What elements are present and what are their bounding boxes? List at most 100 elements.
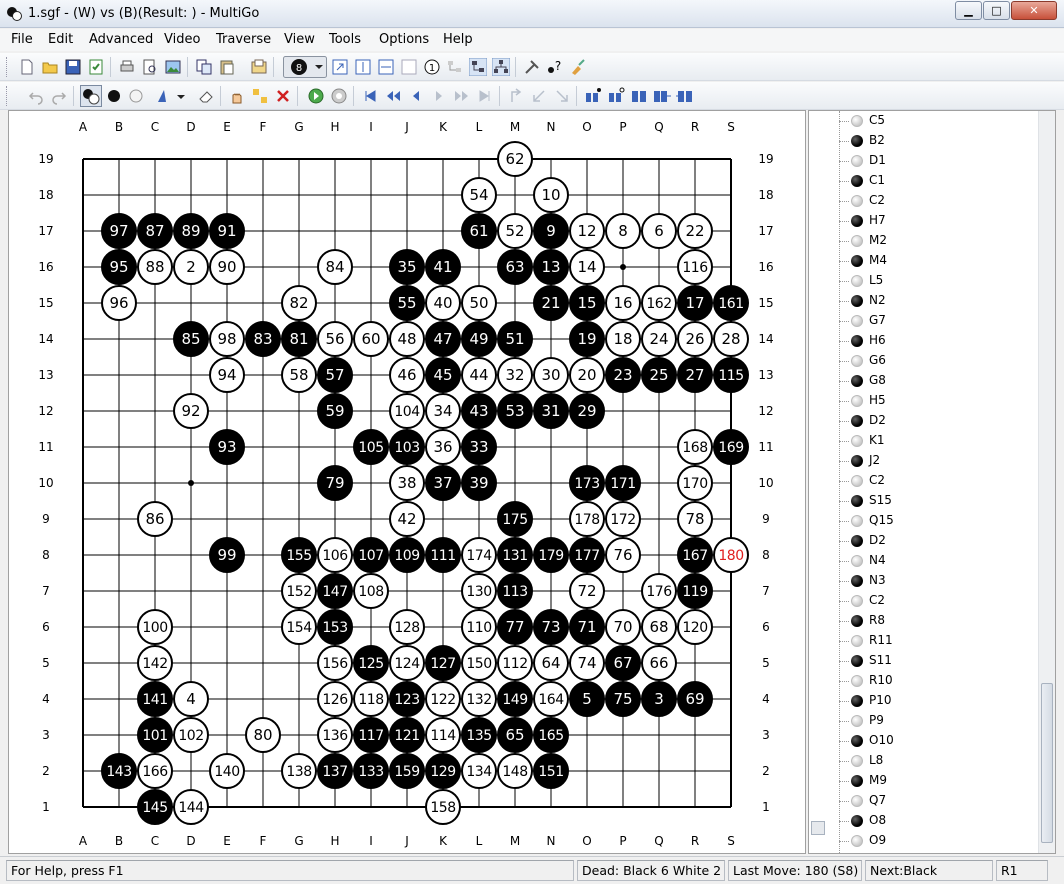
find-icon[interactable] bbox=[630, 87, 648, 105]
white-stone[interactable]: 94 bbox=[209, 357, 245, 393]
label-dropdown-icon[interactable] bbox=[176, 87, 186, 105]
black-stone[interactable]: 83 bbox=[245, 321, 281, 357]
white-stone[interactable]: 112 bbox=[497, 645, 533, 681]
move-list-item[interactable]: L5 bbox=[839, 271, 1039, 291]
white-stone[interactable]: 32 bbox=[497, 357, 533, 393]
move-list-item[interactable]: P10 bbox=[839, 691, 1039, 711]
white-stone[interactable]: 16 bbox=[605, 285, 641, 321]
stone-number-toggle-icon[interactable]: 8 bbox=[283, 56, 327, 78]
white-stone[interactable]: 130 bbox=[461, 573, 497, 609]
white-stone[interactable]: 144 bbox=[173, 789, 209, 825]
black-stone[interactable]: 129 bbox=[425, 753, 461, 789]
white-stone[interactable]: 180 bbox=[713, 537, 749, 573]
move-list-item[interactable]: R8 bbox=[839, 611, 1039, 631]
white-stone[interactable]: 26 bbox=[677, 321, 713, 357]
white-stone[interactable]: 10 bbox=[533, 177, 569, 213]
white-stone[interactable]: 76 bbox=[605, 537, 641, 573]
white-stone[interactable]: 74 bbox=[569, 645, 605, 681]
black-stone[interactable]: 155 bbox=[281, 537, 317, 573]
black-stone[interactable]: 93 bbox=[209, 429, 245, 465]
white-stone[interactable]: 50 bbox=[461, 285, 497, 321]
move-list-item[interactable]: C1 bbox=[839, 171, 1039, 191]
delete-icon[interactable] bbox=[274, 87, 292, 105]
black-stone[interactable]: 167 bbox=[677, 537, 713, 573]
black-stone[interactable]: 57 bbox=[317, 357, 353, 393]
black-stone[interactable]: 153 bbox=[317, 609, 353, 645]
black-stone[interactable]: 35 bbox=[389, 249, 425, 285]
white-stone[interactable]: 156 bbox=[317, 645, 353, 681]
hand-icon[interactable] bbox=[228, 87, 246, 105]
black-stone[interactable]: 125 bbox=[353, 645, 389, 681]
move-list-item[interactable]: Q15 bbox=[839, 511, 1039, 531]
black-stone[interactable]: 15 bbox=[569, 285, 605, 321]
menu-options[interactable]: Options bbox=[379, 32, 429, 47]
white-stone[interactable]: 142 bbox=[137, 645, 173, 681]
move-list-item[interactable]: C2 bbox=[839, 591, 1039, 611]
white-stone[interactable]: 154 bbox=[281, 609, 317, 645]
black-stone[interactable]: 131 bbox=[497, 537, 533, 573]
move-list-item[interactable]: O8 bbox=[839, 811, 1039, 831]
white-stone[interactable]: 34 bbox=[425, 393, 461, 429]
black-stone[interactable]: 137 bbox=[317, 753, 353, 789]
white-stone[interactable]: 22 bbox=[677, 213, 713, 249]
find-next-icon[interactable] bbox=[653, 87, 671, 105]
white-stone[interactable]: 96 bbox=[101, 285, 137, 321]
menu-help[interactable]: Help bbox=[443, 32, 473, 47]
alternate-stone-icon[interactable] bbox=[80, 85, 102, 107]
properties-icon[interactable] bbox=[250, 58, 268, 76]
move-list-item[interactable]: L8 bbox=[839, 751, 1039, 771]
black-stone[interactable]: 99 bbox=[209, 537, 245, 573]
black-stone[interactable]: 85 bbox=[173, 321, 209, 357]
game-tree-icon[interactable] bbox=[492, 58, 510, 76]
copy-icon[interactable] bbox=[195, 58, 213, 76]
black-stone[interactable]: 39 bbox=[461, 465, 497, 501]
white-stone[interactable]: 176 bbox=[641, 573, 677, 609]
black-stone[interactable]: 111 bbox=[425, 537, 461, 573]
white-stone[interactable]: 60 bbox=[353, 321, 389, 357]
white-stone[interactable]: 70 bbox=[605, 609, 641, 645]
black-stone[interactable]: 87 bbox=[137, 213, 173, 249]
move-list-item[interactable]: C2 bbox=[839, 471, 1039, 491]
grid-icon[interactable] bbox=[377, 58, 395, 76]
white-stone[interactable]: 140 bbox=[209, 753, 245, 789]
next-move-icon[interactable] bbox=[430, 87, 448, 105]
white-stone[interactable]: 166 bbox=[137, 753, 173, 789]
new-file-icon[interactable] bbox=[18, 58, 36, 76]
black-stone[interactable]: 33 bbox=[461, 429, 497, 465]
black-stone[interactable]: 17 bbox=[677, 285, 713, 321]
black-stone[interactable]: 95 bbox=[101, 249, 137, 285]
menu-file[interactable]: File bbox=[11, 32, 33, 47]
move-list-item[interactable]: D2 bbox=[839, 531, 1039, 551]
black-stone[interactable]: 171 bbox=[605, 465, 641, 501]
black-stone-icon[interactable] bbox=[105, 87, 123, 105]
white-stone[interactable]: 126 bbox=[317, 681, 353, 717]
white-stone[interactable]: 178 bbox=[569, 501, 605, 537]
black-stone[interactable]: 5 bbox=[569, 681, 605, 717]
black-stone[interactable]: 73 bbox=[533, 609, 569, 645]
move-list-item[interactable]: H7 bbox=[839, 211, 1039, 231]
black-stone[interactable]: 123 bbox=[389, 681, 425, 717]
first-move-icon[interactable] bbox=[361, 87, 379, 105]
black-stone[interactable]: 179 bbox=[533, 537, 569, 573]
white-stone[interactable]: 64 bbox=[533, 645, 569, 681]
white-stone[interactable]: 80 bbox=[245, 717, 281, 753]
forward-ten-icon[interactable] bbox=[453, 87, 471, 105]
menu-video[interactable]: Video bbox=[164, 32, 200, 47]
scrollbar-thumb[interactable] bbox=[1041, 683, 1053, 843]
menu-traverse[interactable]: Traverse bbox=[216, 32, 271, 47]
white-stone[interactable]: 6 bbox=[641, 213, 677, 249]
label-icon[interactable] bbox=[155, 87, 173, 105]
black-stone[interactable]: 59 bbox=[317, 393, 353, 429]
black-stone[interactable]: 77 bbox=[497, 609, 533, 645]
move-list-item[interactable]: M2 bbox=[839, 231, 1039, 251]
white-stone[interactable]: 46 bbox=[389, 357, 425, 393]
white-stone[interactable]: 138 bbox=[281, 753, 317, 789]
move-tree-scrollbar[interactable] bbox=[1038, 111, 1055, 853]
black-stone[interactable]: 53 bbox=[497, 393, 533, 429]
white-stone[interactable]: 8 bbox=[605, 213, 641, 249]
black-stone[interactable]: 149 bbox=[497, 681, 533, 717]
black-stone[interactable]: 25 bbox=[641, 357, 677, 393]
go-board[interactable]: AABBCCDDEEFFGGHHIIJJKKLLMMNNOOPPQQRRSS19… bbox=[9, 111, 805, 853]
move-list-item[interactable]: H5 bbox=[839, 391, 1039, 411]
move-list-item[interactable]: O9 bbox=[839, 831, 1039, 851]
